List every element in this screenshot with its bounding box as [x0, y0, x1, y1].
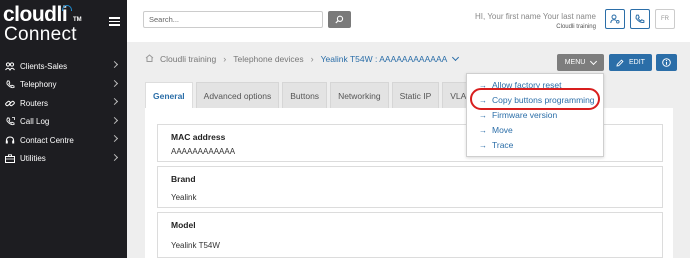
menu-button[interactable]: MENU [557, 54, 604, 71]
link-icon [5, 98, 15, 108]
sidebar-item-label: Call Log [20, 117, 50, 127]
menu-item-label: Firmware version [492, 110, 558, 120]
sidebar-item-routers[interactable]: Routers [0, 94, 127, 113]
info-icon [662, 58, 671, 67]
menu-item-label: Trace [492, 140, 514, 150]
logo-text-top: cloudli [3, 3, 68, 26]
clients-icon [5, 61, 15, 71]
arrow-right-icon: → [479, 140, 487, 150]
phone-icon [5, 80, 15, 90]
sidebar-item-label: Clients-Sales [20, 61, 68, 71]
field-value: Yealink [171, 193, 197, 202]
search-input[interactable] [143, 11, 323, 28]
tab-buttons[interactable]: Buttons [282, 82, 328, 108]
topbar: HI, Your first name Your last name Cloud… [127, 0, 690, 42]
field-label: MAC address [171, 132, 226, 142]
menu-item-trace[interactable]: → Trace [479, 140, 513, 150]
search-icon [335, 15, 344, 24]
sidebar-item-utilities[interactable]: Utilities [0, 150, 127, 169]
highlight-annotation [470, 88, 600, 110]
breadcrumb-telephone-devices[interactable]: Telephone devices [233, 54, 303, 64]
language-button[interactable]: FR [655, 9, 675, 29]
tab-general[interactable]: General [145, 82, 193, 108]
chevron-down-icon[interactable] [452, 53, 460, 62]
sidebar-item-call-log[interactable]: Call Log [0, 113, 127, 132]
pencil-icon [616, 58, 624, 67]
hamburger-menu-icon[interactable] [109, 17, 120, 26]
call-log-icon [5, 117, 15, 127]
user-settings-icon [610, 14, 620, 24]
edit-button-label: EDIT [629, 59, 645, 66]
field-value: AAAAAAAAAAAA [171, 147, 236, 156]
tab-bar: General Advanced options Buttons Network… [145, 82, 483, 108]
chevron-right-icon [110, 134, 119, 143]
logo-text-bottom: Connect [4, 24, 77, 45]
field-label: Brand [171, 174, 196, 184]
info-button[interactable] [656, 54, 677, 71]
greeting-text: HI, Your first name Your last name [475, 12, 596, 21]
sidebar-item-label: Utilities [20, 154, 46, 164]
briefcase-icon [5, 154, 15, 164]
arrow-right-icon: → [479, 125, 487, 135]
sidebar-item-label: Telephony [20, 80, 57, 90]
tab-networking[interactable]: Networking [330, 82, 389, 108]
arrow-right-icon: → [479, 110, 487, 120]
tab-static-ip[interactable]: Static IP [391, 82, 440, 108]
sidebar-item-label: Contact Centre [20, 135, 74, 145]
headset-icon [5, 135, 15, 145]
chevron-right-icon: › [223, 54, 227, 64]
breadcrumb: Cloudli training › Telephone devices › Y… [145, 53, 460, 64]
chevron-down-icon [590, 57, 598, 65]
breadcrumb-organization[interactable]: Cloudli training [160, 54, 216, 64]
tab-advanced-options[interactable]: Advanced options [195, 82, 280, 108]
model-field: Model Yealink T54W [157, 212, 663, 258]
menu-item-move[interactable]: → Move [479, 125, 513, 135]
field-label: Model [171, 220, 196, 230]
sidebar-item-label: Routers [20, 98, 49, 108]
menu-dropdown: → Allow factory reset → Copy buttons pro… [466, 73, 604, 157]
sidebar-item-clients-sales[interactable]: Clients-Sales [0, 57, 127, 76]
search-button[interactable] [328, 11, 351, 28]
chevron-right-icon: › [310, 54, 314, 64]
breadcrumb-current-device[interactable]: Yealink T54W : AAAAAAAAAAAA [321, 54, 448, 64]
user-greeting: HI, Your first name Your last name Cloud… [475, 11, 596, 33]
user-profile-button[interactable] [605, 9, 625, 29]
cloud-logo-icon [62, 5, 72, 11]
trademark: TM [73, 17, 82, 23]
menu-button-label: MENU [564, 59, 586, 66]
menu-item-firmware-version[interactable]: → Firmware version [479, 110, 557, 120]
main-content: Cloudli training › Telephone devices › Y… [127, 42, 690, 258]
edit-button[interactable]: EDIT [609, 54, 652, 71]
phone-icon [635, 14, 645, 24]
sidebar-item-telephony[interactable]: Telephony [0, 76, 127, 95]
sidebar-nav: Clients-Sales Telephony Routers Call Log [0, 57, 127, 168]
cloudli-logo[interactable]: cloudli TM Connect [3, 3, 93, 46]
organization-name: Cloudli training [556, 24, 596, 30]
brand-field: Brand Yealink [157, 166, 663, 208]
home-icon[interactable] [145, 54, 154, 64]
chevron-right-icon [110, 79, 119, 87]
menu-item-label: Move [492, 125, 513, 135]
chevron-right-icon [110, 60, 119, 69]
chevron-right-icon [110, 116, 119, 124]
chevron-right-icon [110, 97, 119, 106]
sidebar-item-contact-centre[interactable]: Contact Centre [0, 131, 127, 150]
field-value: Yealink T54W [171, 241, 220, 250]
chevron-right-icon [110, 153, 119, 161]
sidebar: cloudli TM Connect Clients-Sales Telepho… [0, 0, 127, 258]
phone-button[interactable] [630, 9, 650, 29]
